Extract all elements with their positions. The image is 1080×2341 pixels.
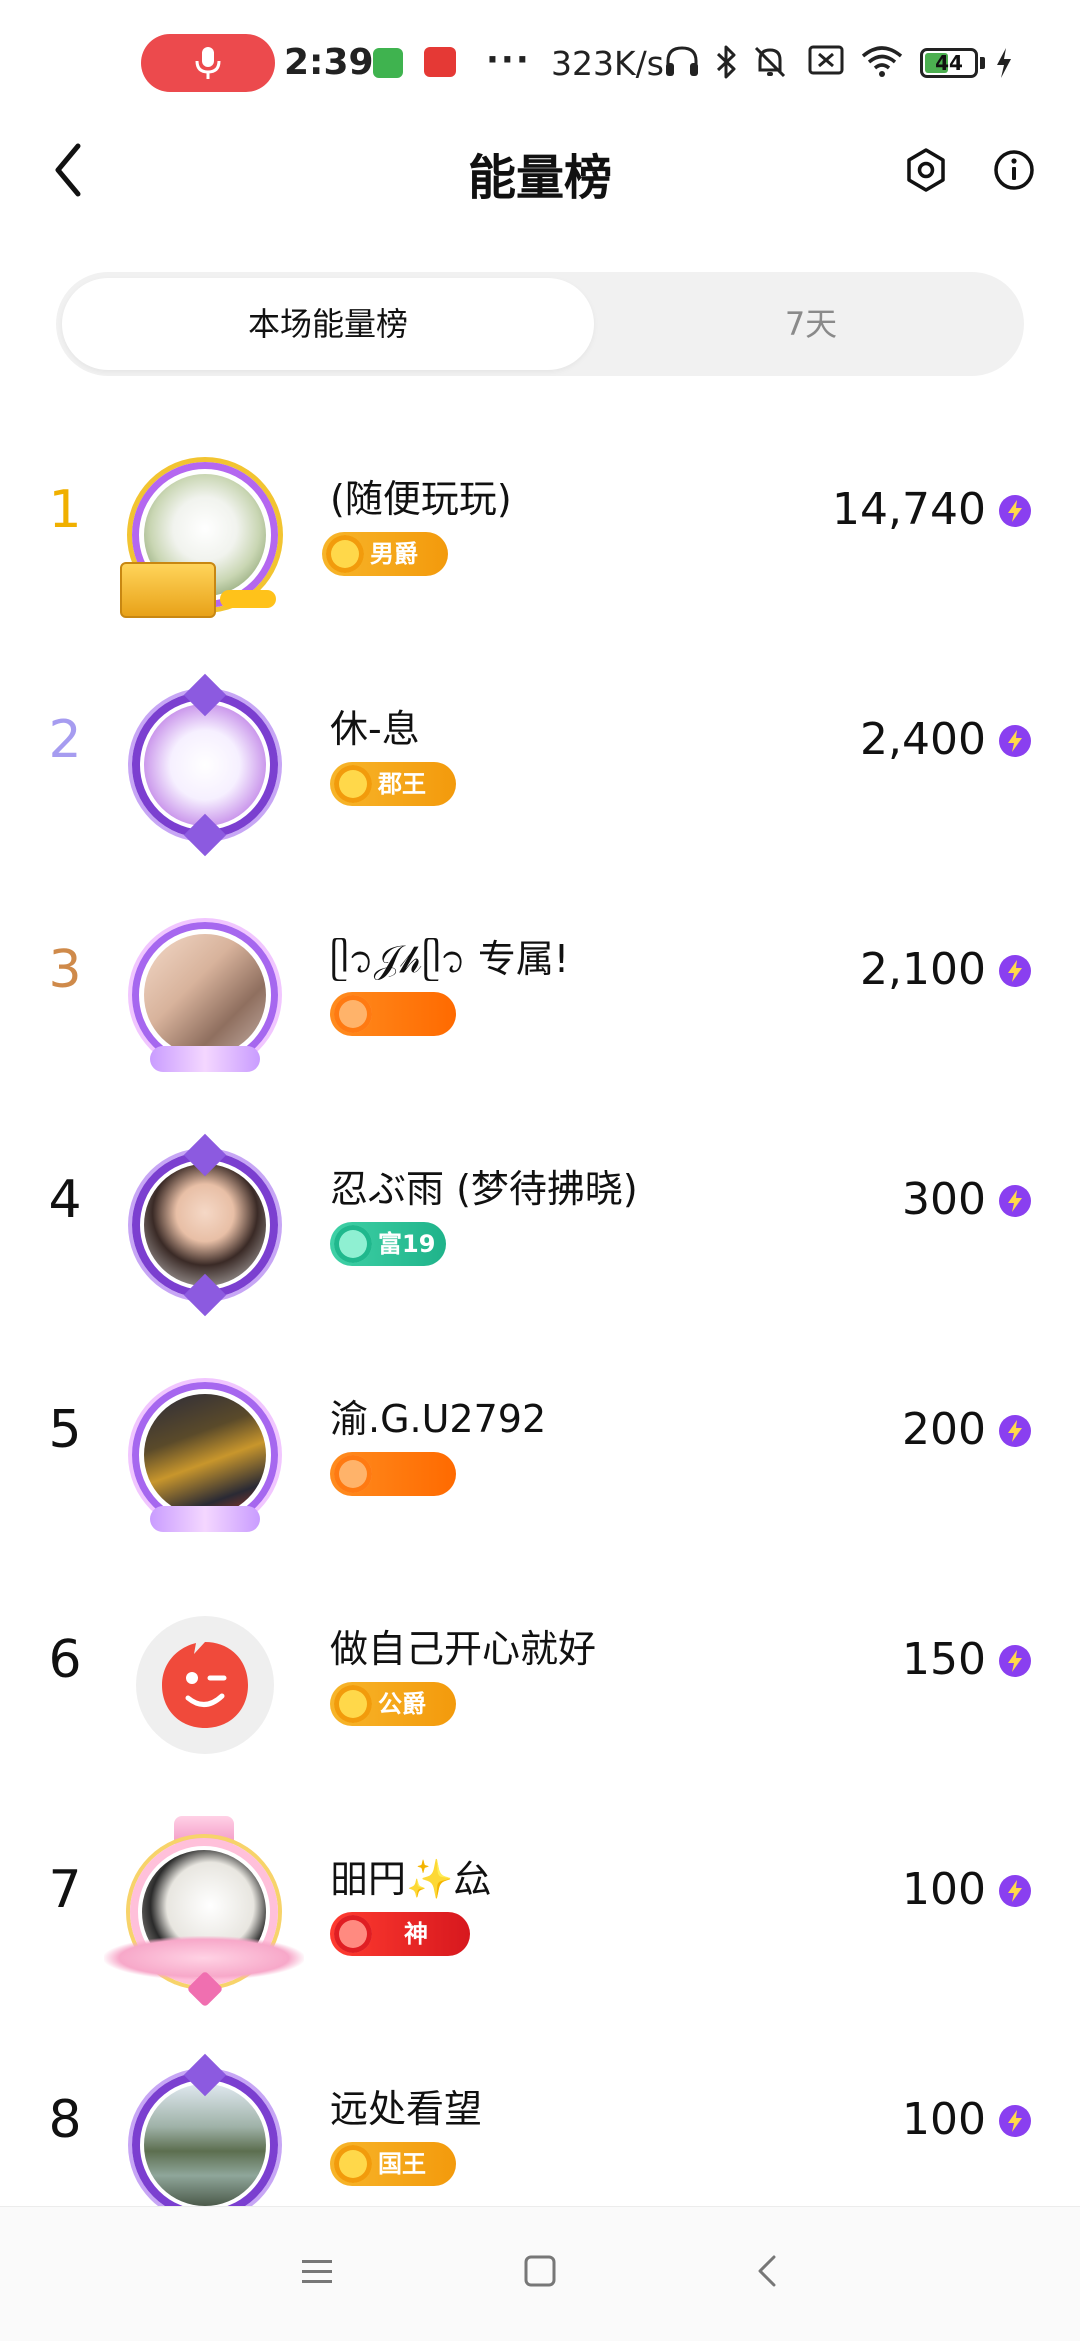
energy-score: 14,740 — [832, 484, 986, 535]
energy-icon — [999, 495, 1031, 527]
list-item[interactable]: 1 (随便玩玩) 男爵 14,740 — [0, 410, 1080, 640]
avatar[interactable] — [120, 1133, 290, 1317]
level-badge: 国王 — [330, 2142, 456, 2186]
wealth-badge: 富19 — [330, 1222, 446, 1266]
frame-wings-icon — [150, 1506, 260, 1532]
headphones-icon — [666, 46, 698, 76]
energy-icon — [999, 1875, 1031, 1907]
level-badge: 公爵 — [330, 1682, 456, 1726]
sim-off-icon — [808, 45, 844, 75]
charging-icon — [997, 48, 1011, 78]
home-square-icon[interactable] — [522, 2253, 558, 2289]
rank-number: 2 — [48, 710, 82, 770]
rank-number: 5 — [48, 1400, 82, 1460]
avatar[interactable] — [120, 910, 290, 1080]
chevron-badge-icon — [334, 1455, 372, 1493]
energy-icon — [999, 1645, 1031, 1677]
info-button[interactable] — [988, 144, 1040, 196]
info-icon — [994, 150, 1034, 190]
level-badge: 神 — [330, 1912, 470, 1956]
status-time: 2:39 — [284, 42, 374, 83]
tab-7-days[interactable]: 7天 — [604, 278, 1018, 370]
rank-number: 3 — [48, 940, 82, 1000]
level-badge: 郡王 — [330, 762, 456, 806]
user-name: ᥫ᭡𝒥𝒽ᥫ᭡ 专属! — [330, 937, 570, 981]
user-name: (随便玩玩) — [330, 477, 512, 521]
energy-icon — [999, 955, 1031, 987]
diamond-badge-icon — [334, 1685, 372, 1723]
battery-icon: 44 — [920, 48, 978, 78]
avatar[interactable] — [120, 1370, 290, 1540]
rank-number: 7 — [48, 1860, 82, 1920]
diamond-badge-icon — [326, 535, 364, 573]
wifi-icon — [861, 46, 903, 77]
battery-cap — [980, 57, 985, 69]
user-name: 昍円✨厽 — [330, 1857, 492, 1901]
list-item[interactable]: 8 远处看望 国王 100 — [0, 2020, 1080, 2206]
bluetooth-icon — [716, 45, 736, 79]
coins-icon — [220, 590, 276, 608]
list-item[interactable]: 2 休-息 郡王 2,400 — [0, 640, 1080, 870]
avatar[interactable] — [120, 450, 290, 620]
menu-icon[interactable] — [300, 2257, 334, 2287]
avatar[interactable] — [120, 2053, 290, 2206]
tab-current-session[interactable]: 本场能量榜 — [62, 278, 594, 370]
battery-percent: 44 — [935, 51, 963, 75]
user-name: 忍ぶ雨 (梦待拂晓) — [330, 1167, 638, 1211]
energy-score: 200 — [902, 1404, 986, 1455]
diamond-badge-icon — [334, 2145, 372, 2183]
avatar[interactable] — [104, 1816, 304, 2012]
hexagon-settings-icon — [907, 148, 945, 192]
energy-score: 300 — [902, 1174, 986, 1225]
frame-wings-icon — [150, 1046, 260, 1072]
level-badge — [330, 1452, 456, 1496]
avatar[interactable] — [120, 1600, 290, 1770]
rank-number: 6 — [48, 1630, 82, 1690]
rank-number: 4 — [48, 1170, 82, 1230]
mic-icon — [195, 47, 221, 79]
ranking-tabs: 本场能量榜 7天 — [56, 272, 1024, 376]
energy-icon — [999, 725, 1031, 757]
more-notifications-icon: ··· — [486, 40, 531, 80]
energy-score: 100 — [902, 2094, 986, 2145]
user-name: 渝.G.U2792 — [330, 1397, 547, 1441]
energy-score: 2,100 — [860, 944, 986, 995]
card-badge-icon — [120, 562, 216, 618]
diamond-badge-icon — [334, 765, 372, 803]
triangle-badge-icon — [334, 1225, 372, 1263]
level-badge — [330, 992, 456, 1036]
settings-button[interactable] — [900, 144, 952, 196]
user-name: 做自己开心就好 — [330, 1627, 597, 1671]
mute-icon — [754, 46, 786, 78]
user-name: 远处看望 — [330, 2087, 483, 2131]
app-notification-icon — [424, 47, 456, 77]
back-triangle-icon[interactable] — [752, 2253, 782, 2289]
list-item[interactable]: 7 昍円✨厽 神 100 — [0, 1790, 1080, 2020]
chevron-badge-icon — [334, 1915, 372, 1953]
energy-icon — [999, 1415, 1031, 1447]
list-item[interactable]: 6 做自己开心就好 公爵 150 — [0, 1560, 1080, 1790]
app-notification-icon — [373, 48, 403, 78]
wink-face-icon — [162, 1642, 248, 1728]
status-bar: 2:39 ··· 323K/s 44 — [0, 0, 1080, 120]
system-nav-bar — [0, 2206, 1080, 2341]
mic-recording-indicator[interactable] — [141, 34, 275, 92]
list-item[interactable]: 4 忍ぶ雨 (梦待拂晓) 富19 300 — [0, 1100, 1080, 1330]
list-item[interactable]: 3 ᥫ᭡𝒥𝒽ᥫ᭡ 专属! 2,100 — [0, 870, 1080, 1100]
chevron-badge-icon — [334, 995, 372, 1033]
energy-score: 2,400 — [860, 714, 986, 765]
energy-icon — [999, 1185, 1031, 1217]
user-name: 休-息 — [330, 707, 420, 751]
network-speed: 323K/s — [551, 44, 664, 83]
avatar[interactable] — [120, 673, 290, 857]
energy-score: 100 — [902, 1864, 986, 1915]
energy-score: 150 — [902, 1634, 986, 1685]
rank-number: 8 — [48, 2090, 82, 2150]
list-item[interactable]: 5 渝.G.U2792 200 — [0, 1330, 1080, 1560]
level-badge: 男爵 — [322, 532, 448, 576]
rank-number: 1 — [48, 480, 82, 540]
energy-icon — [999, 2105, 1031, 2137]
